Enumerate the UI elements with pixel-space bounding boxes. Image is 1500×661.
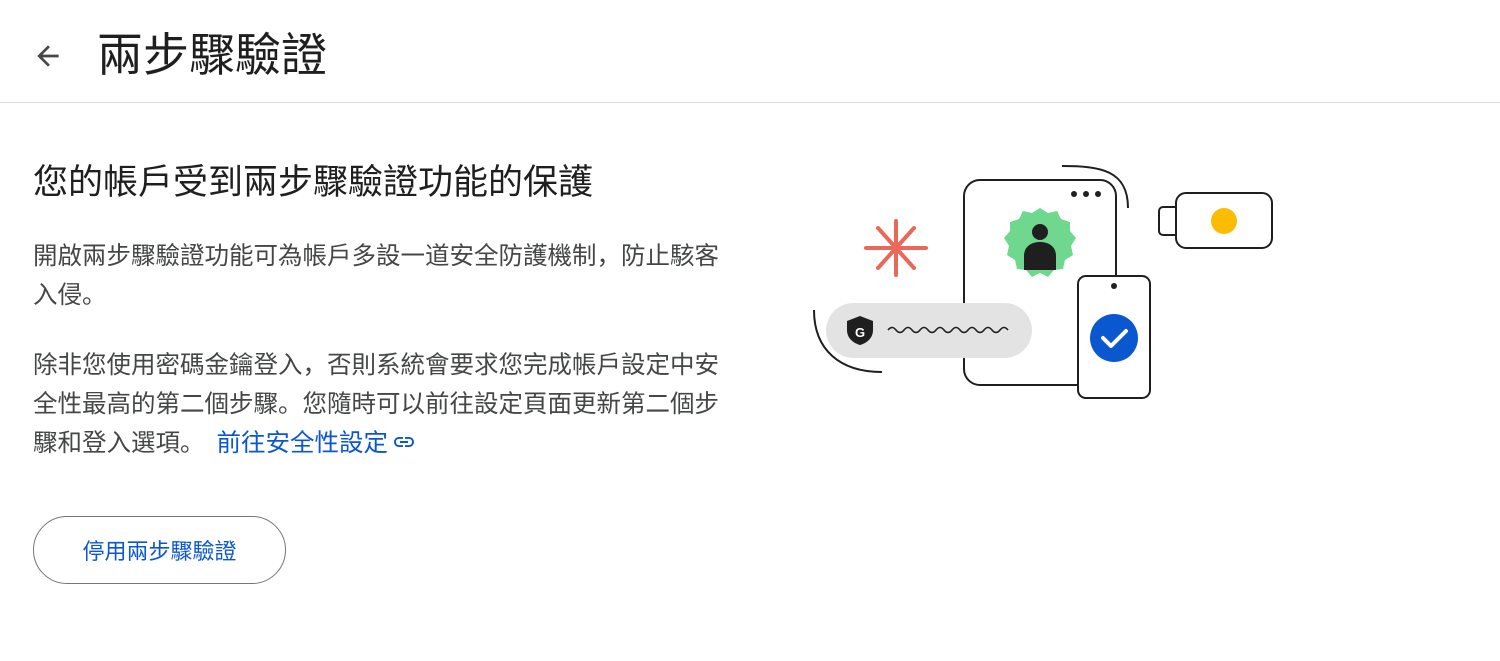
check-circle-icon: [1090, 314, 1138, 362]
arrow-back-icon: [37, 45, 59, 67]
security-settings-link[interactable]: 前往安全性設定: [217, 428, 417, 457]
security-illustration: G: [813, 165, 1273, 399]
top-bar: 兩步驟驗證: [0, 0, 1500, 103]
asterisk-icon: [864, 219, 928, 277]
main-content: 您的帳戶受到兩步驟驗證功能的保護 開啟兩步驟驗證功能可為帳戶多設一道安全防護機制…: [33, 150, 733, 457]
shield-letter: G: [855, 325, 865, 340]
info-paragraph: 除非您使用密碼金鑰登入，否則系統會要求您完成帳戶設定中安全性最高的第二個步驟。您…: [33, 345, 723, 462]
disable-2sv-button[interactable]: 停用兩步驟驗證: [33, 516, 286, 584]
section-heading: 您的帳戶受到兩步驟驗證功能的保護: [33, 163, 594, 203]
back-button[interactable]: [18, 26, 78, 86]
page-title: 兩步驟驗證: [97, 28, 327, 82]
illustration: G: [800, 150, 1300, 420]
security-key-icon: [1158, 192, 1273, 249]
password-pill: G: [826, 303, 1032, 358]
description-paragraph: 開啟兩步驟驗證功能可為帳戶多設一道安全防護機制，防止駭客入侵。: [33, 241, 719, 309]
link-icon: [394, 437, 414, 447]
security-settings-link-label: 前往安全性設定: [216, 428, 389, 457]
